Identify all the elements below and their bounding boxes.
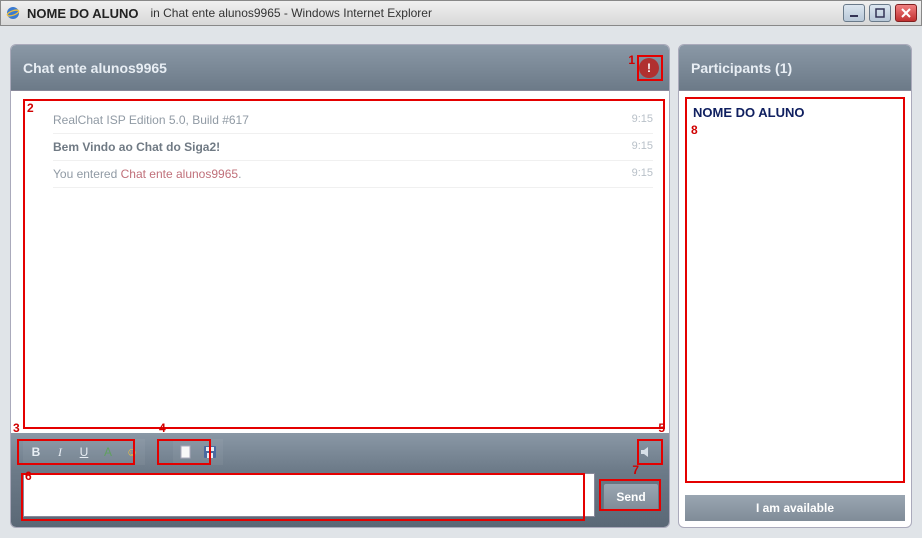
- chat-msg-text: Bem Vindo ao Chat do Siga2!: [53, 140, 220, 154]
- chat-panel: Chat ente alunos9965 1 ! 2 RealChat ISP …: [10, 44, 670, 528]
- info-icon[interactable]: !: [639, 58, 659, 78]
- new-doc-button[interactable]: [175, 441, 197, 463]
- chat-msg-text: RealChat ISP Edition 5.0, Build #617: [53, 113, 249, 127]
- maximize-button[interactable]: [869, 4, 891, 22]
- chat-room-link[interactable]: Chat ente alunos9965: [121, 167, 238, 181]
- ie-logo-icon: [5, 5, 21, 21]
- send-button[interactable]: Send: [603, 483, 659, 511]
- window-title-bar: NOME DO ALUNO in Chat ente alunos9965 - …: [0, 0, 922, 26]
- participants-title: Participants (1): [691, 60, 792, 76]
- participants-body: NOME DO ALUNO 8: [679, 91, 911, 489]
- title-suffix: in Chat ente alunos9965 - Windows Intern…: [150, 6, 843, 20]
- title-user-name: NOME DO ALUNO: [27, 6, 138, 21]
- close-button[interactable]: [895, 4, 917, 22]
- participants-panel: Participants (1) NOME DO ALUNO 8 I am av…: [678, 44, 912, 528]
- annotation-1: 1: [628, 53, 635, 67]
- chat-msg-text: You entered Chat ente alunos9965.: [53, 167, 241, 181]
- smiley-button[interactable]: ☺: [121, 441, 143, 463]
- chat-input[interactable]: [23, 473, 595, 517]
- participant-item[interactable]: NOME DO ALUNO: [693, 105, 897, 120]
- chat-line: You entered Chat ente alunos9965. 9:15: [53, 161, 653, 188]
- participants-list[interactable]: NOME DO ALUNO 8: [685, 97, 905, 483]
- underline-button[interactable]: U: [73, 441, 95, 463]
- chat-area: 2 RealChat ISP Edition 5.0, Build #617 9…: [11, 91, 669, 433]
- participants-header: Participants (1): [679, 45, 911, 91]
- minimize-button[interactable]: [843, 4, 865, 22]
- input-row: 6 7 Send: [11, 471, 669, 527]
- chat-header: Chat ente alunos9965 1 !: [11, 45, 669, 91]
- chat-message-list[interactable]: RealChat ISP Edition 5.0, Build #617 9:1…: [23, 99, 665, 429]
- chat-line: RealChat ISP Edition 5.0, Build #617 9:1…: [53, 107, 653, 134]
- chat-line: Bem Vindo ao Chat do Siga2! 9:15: [53, 134, 653, 161]
- chat-msg-time: 9:15: [632, 113, 653, 127]
- chat-msg-time: 9:15: [632, 140, 653, 154]
- status-button[interactable]: I am available: [685, 495, 905, 521]
- annotation-8: 8: [691, 123, 698, 137]
- format-toolbar: 3 B I U A ☺ 4 5: [11, 433, 669, 471]
- color-button[interactable]: A: [97, 441, 119, 463]
- italic-button[interactable]: I: [49, 441, 71, 463]
- sound-button[interactable]: [635, 441, 657, 463]
- bold-button[interactable]: B: [25, 441, 47, 463]
- save-button[interactable]: [199, 441, 221, 463]
- chat-title: Chat ente alunos9965: [23, 60, 167, 76]
- chat-msg-time: 9:15: [632, 167, 653, 181]
